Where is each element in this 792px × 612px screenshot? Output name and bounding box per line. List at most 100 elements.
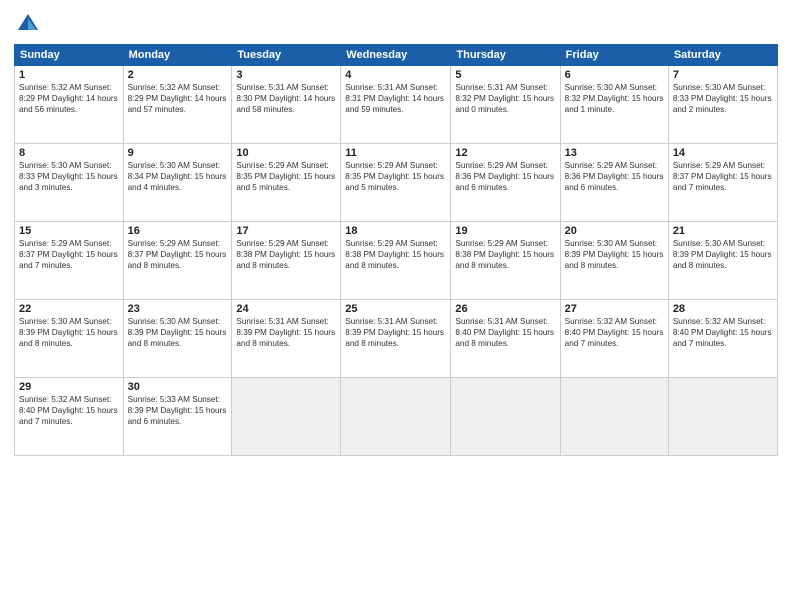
header: [14, 10, 778, 38]
day-cell: 19Sunrise: 5:29 AM Sunset: 8:38 PM Dayli…: [451, 222, 560, 300]
day-info: Sunrise: 5:29 AM Sunset: 8:38 PM Dayligh…: [455, 238, 555, 271]
day-cell: 28Sunrise: 5:32 AM Sunset: 8:40 PM Dayli…: [668, 300, 777, 378]
day-number: 9: [128, 147, 228, 159]
day-info: Sunrise: 5:31 AM Sunset: 8:32 PM Dayligh…: [455, 82, 555, 115]
day-number: 3: [236, 69, 336, 81]
day-cell: [232, 378, 341, 456]
day-cell: 18Sunrise: 5:29 AM Sunset: 8:38 PM Dayli…: [341, 222, 451, 300]
day-number: 24: [236, 303, 336, 315]
day-cell: 1Sunrise: 5:32 AM Sunset: 8:29 PM Daylig…: [15, 66, 124, 144]
day-number: 15: [19, 225, 119, 237]
day-info: Sunrise: 5:31 AM Sunset: 8:39 PM Dayligh…: [345, 316, 446, 349]
day-cell: 17Sunrise: 5:29 AM Sunset: 8:38 PM Dayli…: [232, 222, 341, 300]
day-number: 19: [455, 225, 555, 237]
col-monday: Monday: [123, 45, 232, 66]
day-number: 29: [19, 381, 119, 393]
day-cell: 10Sunrise: 5:29 AM Sunset: 8:35 PM Dayli…: [232, 144, 341, 222]
day-number: 28: [673, 303, 773, 315]
day-cell: 14Sunrise: 5:29 AM Sunset: 8:37 PM Dayli…: [668, 144, 777, 222]
day-cell: 20Sunrise: 5:30 AM Sunset: 8:39 PM Dayli…: [560, 222, 668, 300]
day-cell: 9Sunrise: 5:30 AM Sunset: 8:34 PM Daylig…: [123, 144, 232, 222]
day-info: Sunrise: 5:31 AM Sunset: 8:30 PM Dayligh…: [236, 82, 336, 115]
day-info: Sunrise: 5:29 AM Sunset: 8:37 PM Dayligh…: [673, 160, 773, 193]
day-cell: 3Sunrise: 5:31 AM Sunset: 8:30 PM Daylig…: [232, 66, 341, 144]
day-number: 11: [345, 147, 446, 159]
day-info: Sunrise: 5:32 AM Sunset: 8:40 PM Dayligh…: [19, 394, 119, 427]
day-cell: 7Sunrise: 5:30 AM Sunset: 8:33 PM Daylig…: [668, 66, 777, 144]
day-info: Sunrise: 5:32 AM Sunset: 8:40 PM Dayligh…: [673, 316, 773, 349]
day-info: Sunrise: 5:30 AM Sunset: 8:39 PM Dayligh…: [565, 238, 664, 271]
day-info: Sunrise: 5:30 AM Sunset: 8:39 PM Dayligh…: [19, 316, 119, 349]
day-info: Sunrise: 5:29 AM Sunset: 8:37 PM Dayligh…: [19, 238, 119, 271]
day-number: 6: [565, 69, 664, 81]
week-row-1: 1Sunrise: 5:32 AM Sunset: 8:29 PM Daylig…: [15, 66, 778, 144]
day-info: Sunrise: 5:31 AM Sunset: 8:39 PM Dayligh…: [236, 316, 336, 349]
day-number: 23: [128, 303, 228, 315]
day-info: Sunrise: 5:29 AM Sunset: 8:37 PM Dayligh…: [128, 238, 228, 271]
col-saturday: Saturday: [668, 45, 777, 66]
day-number: 7: [673, 69, 773, 81]
day-info: Sunrise: 5:30 AM Sunset: 8:39 PM Dayligh…: [128, 316, 228, 349]
day-number: 10: [236, 147, 336, 159]
day-number: 8: [19, 147, 119, 159]
day-cell: 13Sunrise: 5:29 AM Sunset: 8:36 PM Dayli…: [560, 144, 668, 222]
col-wednesday: Wednesday: [341, 45, 451, 66]
week-row-2: 8Sunrise: 5:30 AM Sunset: 8:33 PM Daylig…: [15, 144, 778, 222]
day-cell: 16Sunrise: 5:29 AM Sunset: 8:37 PM Dayli…: [123, 222, 232, 300]
col-sunday: Sunday: [15, 45, 124, 66]
day-cell: 12Sunrise: 5:29 AM Sunset: 8:36 PM Dayli…: [451, 144, 560, 222]
day-cell: 27Sunrise: 5:32 AM Sunset: 8:40 PM Dayli…: [560, 300, 668, 378]
day-number: 1: [19, 69, 119, 81]
day-number: 26: [455, 303, 555, 315]
calendar-header-row: Sunday Monday Tuesday Wednesday Thursday…: [15, 45, 778, 66]
calendar: Sunday Monday Tuesday Wednesday Thursday…: [14, 44, 778, 456]
day-info: Sunrise: 5:30 AM Sunset: 8:33 PM Dayligh…: [19, 160, 119, 193]
day-cell: [668, 378, 777, 456]
day-cell: [560, 378, 668, 456]
day-cell: 23Sunrise: 5:30 AM Sunset: 8:39 PM Dayli…: [123, 300, 232, 378]
day-cell: 11Sunrise: 5:29 AM Sunset: 8:35 PM Dayli…: [341, 144, 451, 222]
logo-icon: [14, 10, 42, 38]
week-row-5: 29Sunrise: 5:32 AM Sunset: 8:40 PM Dayli…: [15, 378, 778, 456]
day-info: Sunrise: 5:30 AM Sunset: 8:34 PM Dayligh…: [128, 160, 228, 193]
day-info: Sunrise: 5:33 AM Sunset: 8:39 PM Dayligh…: [128, 394, 228, 427]
day-number: 12: [455, 147, 555, 159]
day-number: 4: [345, 69, 446, 81]
day-number: 5: [455, 69, 555, 81]
day-info: Sunrise: 5:32 AM Sunset: 8:29 PM Dayligh…: [19, 82, 119, 115]
day-cell: 24Sunrise: 5:31 AM Sunset: 8:39 PM Dayli…: [232, 300, 341, 378]
day-number: 17: [236, 225, 336, 237]
col-tuesday: Tuesday: [232, 45, 341, 66]
day-number: 22: [19, 303, 119, 315]
day-number: 2: [128, 69, 228, 81]
day-cell: 26Sunrise: 5:31 AM Sunset: 8:40 PM Dayli…: [451, 300, 560, 378]
day-info: Sunrise: 5:31 AM Sunset: 8:31 PM Dayligh…: [345, 82, 446, 115]
day-number: 21: [673, 225, 773, 237]
week-row-4: 22Sunrise: 5:30 AM Sunset: 8:39 PM Dayli…: [15, 300, 778, 378]
day-number: 25: [345, 303, 446, 315]
day-cell: 4Sunrise: 5:31 AM Sunset: 8:31 PM Daylig…: [341, 66, 451, 144]
day-number: 16: [128, 225, 228, 237]
day-info: Sunrise: 5:29 AM Sunset: 8:38 PM Dayligh…: [345, 238, 446, 271]
day-info: Sunrise: 5:30 AM Sunset: 8:33 PM Dayligh…: [673, 82, 773, 115]
day-number: 20: [565, 225, 664, 237]
col-thursday: Thursday: [451, 45, 560, 66]
day-info: Sunrise: 5:30 AM Sunset: 8:32 PM Dayligh…: [565, 82, 664, 115]
day-info: Sunrise: 5:29 AM Sunset: 8:35 PM Dayligh…: [236, 160, 336, 193]
day-cell: 6Sunrise: 5:30 AM Sunset: 8:32 PM Daylig…: [560, 66, 668, 144]
day-info: Sunrise: 5:32 AM Sunset: 8:40 PM Dayligh…: [565, 316, 664, 349]
day-number: 18: [345, 225, 446, 237]
week-row-3: 15Sunrise: 5:29 AM Sunset: 8:37 PM Dayli…: [15, 222, 778, 300]
day-cell: 2Sunrise: 5:32 AM Sunset: 8:29 PM Daylig…: [123, 66, 232, 144]
day-cell: [451, 378, 560, 456]
day-info: Sunrise: 5:29 AM Sunset: 8:38 PM Dayligh…: [236, 238, 336, 271]
logo: [14, 10, 46, 38]
day-info: Sunrise: 5:31 AM Sunset: 8:40 PM Dayligh…: [455, 316, 555, 349]
day-number: 14: [673, 147, 773, 159]
day-info: Sunrise: 5:29 AM Sunset: 8:36 PM Dayligh…: [455, 160, 555, 193]
day-cell: 15Sunrise: 5:29 AM Sunset: 8:37 PM Dayli…: [15, 222, 124, 300]
day-number: 13: [565, 147, 664, 159]
day-cell: 8Sunrise: 5:30 AM Sunset: 8:33 PM Daylig…: [15, 144, 124, 222]
day-cell: [341, 378, 451, 456]
day-cell: 5Sunrise: 5:31 AM Sunset: 8:32 PM Daylig…: [451, 66, 560, 144]
